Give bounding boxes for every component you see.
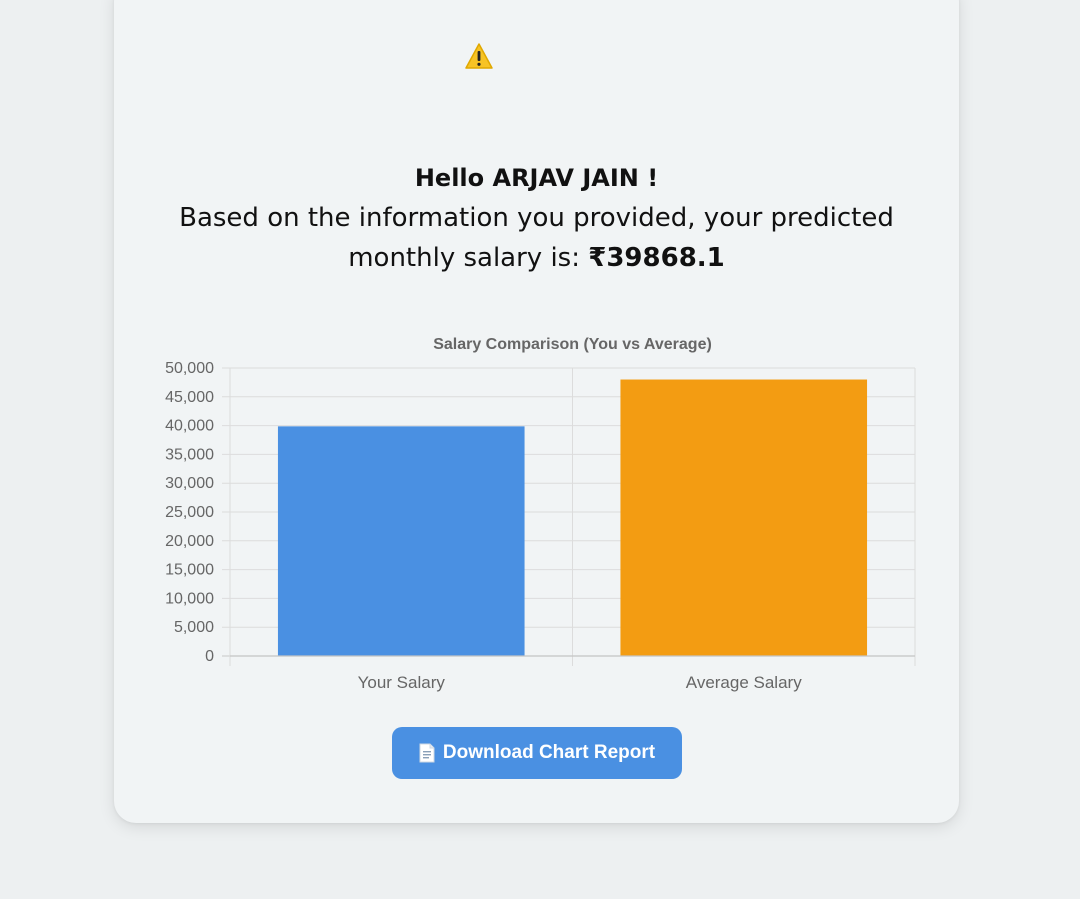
y-tick-label: 25,000 [165, 504, 214, 521]
bar-your-salary [277, 426, 525, 656]
y-tick-label: 10,000 [165, 590, 214, 607]
warning-icon [465, 43, 493, 69]
y-tick-label: 5,000 [174, 619, 214, 636]
x-tick-label: Your Salary [358, 673, 446, 692]
document-icon [419, 743, 435, 763]
bar-average-salary [620, 379, 868, 656]
y-tick-label: 30,000 [165, 475, 214, 492]
prediction-text-line-2: monthly salary is: ₹39868.1 [114, 238, 959, 278]
y-tick-label: 45,000 [165, 389, 214, 406]
salary-chart: Salary Comparison (You vs Average) 0 5,000… [150, 325, 940, 705]
download-chart-report-button[interactable]: Download Chart Report [392, 727, 682, 779]
prediction-text-line-1: Based on the information you provided, y… [179, 203, 894, 233]
greeting-heading: Hello ARJAV JAIN ! [414, 164, 659, 192]
chart-title: Salary Comparison (You vs Average) [433, 336, 712, 353]
prediction-message: Hello ARJAV JAIN ! Based on the informat… [114, 158, 959, 278]
download-button-label: Download Chart Report [442, 742, 656, 763]
y-tick-label: 0 [205, 648, 214, 665]
y-tick-label: 20,000 [165, 533, 214, 550]
x-tick-label: Average Salary [686, 673, 802, 692]
predicted-salary-amount: ₹39868.1 [588, 243, 725, 273]
y-tick-label: 40,000 [165, 418, 214, 435]
salary-chart-svg: Salary Comparison (You vs Average) 0 5,000… [165, 336, 916, 692]
prediction-text-prefix: monthly salary is: [348, 243, 589, 273]
y-tick-label: 50,000 [165, 360, 214, 377]
y-tick-label: 15,000 [165, 562, 214, 579]
y-tick-label: 35,000 [165, 446, 214, 463]
